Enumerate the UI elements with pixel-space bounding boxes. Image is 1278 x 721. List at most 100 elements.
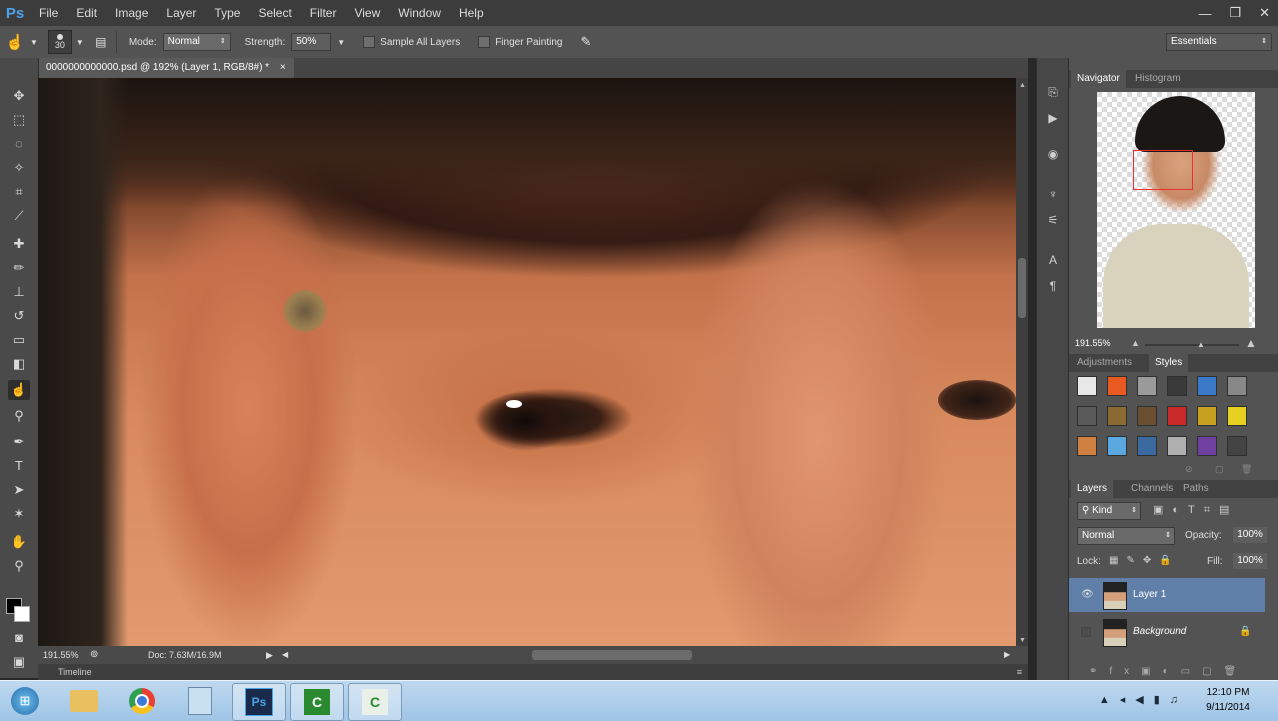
navigator-view-box[interactable] <box>1133 150 1193 190</box>
vertical-scroll-thumb[interactable] <box>1018 258 1026 318</box>
zoom-tool-icon[interactable]: ⚲ <box>8 556 30 576</box>
layer-row[interactable]: Background 🔒 <box>1069 615 1265 649</box>
start-button[interactable]: ⊞ <box>2 683 48 719</box>
app-taskbar-button[interactable] <box>174 683 226 719</box>
vertical-scrollbar[interactable]: ▲ ▼ <box>1016 78 1028 646</box>
chevron-down-icon[interactable]: ▼ <box>76 38 84 47</box>
smudge-tool-icon[interactable]: ☝ <box>8 380 30 400</box>
shape-tool-icon[interactable]: ✶ <box>8 504 30 524</box>
chrome-taskbar-button[interactable] <box>116 683 168 719</box>
marquee-tool-icon[interactable]: ⬚ <box>8 110 30 130</box>
camera-panel-icon[interactable]: ◉ <box>1045 146 1061 162</box>
layer-filter-icons[interactable]: ▣◐T⌗▤ <box>1153 503 1238 517</box>
sample-all-layers-checkbox[interactable] <box>363 36 376 48</box>
delete-style-icon[interactable]: ⊘ <box>1185 464 1193 475</box>
image-canvas[interactable] <box>38 78 1016 646</box>
zoom-level[interactable]: 191.55% <box>43 646 79 664</box>
quick-mask-icon[interactable]: ◙ <box>8 628 30 648</box>
menu-type[interactable]: Type <box>205 0 249 26</box>
visibility-toggle[interactable] <box>1081 627 1091 637</box>
type-tool-icon[interactable]: T <box>8 456 30 476</box>
style-swatch[interactable] <box>1137 376 1157 396</box>
brush-panel-icon[interactable]: ▤ <box>92 33 110 51</box>
zoom-out-icon[interactable]: ▲ <box>1131 338 1140 348</box>
timeline-tab[interactable]: Timeline <box>58 664 92 680</box>
minimize-button[interactable]: — <box>1198 6 1211 21</box>
dodge-tool-icon[interactable]: ⚲ <box>8 406 30 426</box>
brush-tool-icon[interactable]: ✏ <box>8 258 30 278</box>
style-swatch[interactable] <box>1197 406 1217 426</box>
taskbar-clock[interactable]: 12:10 PM 9/11/2014 <box>1198 685 1258 715</box>
eye-icon[interactable]: 👁 <box>1081 578 1094 612</box>
camtasia-taskbar-button[interactable]: C <box>290 683 344 721</box>
system-tray-icons[interactable]: ▲◂◀▮♫ <box>1099 693 1188 706</box>
new-style-icon[interactable]: ▢ <box>1215 464 1224 475</box>
scroll-left-icon[interactable]: ◀ <box>282 646 288 664</box>
style-swatch[interactable] <box>1137 436 1157 456</box>
style-swatch[interactable] <box>1107 406 1127 426</box>
lasso-tool-icon[interactable]: ◌ <box>8 134 30 154</box>
fill-input[interactable]: 100% <box>1233 553 1267 569</box>
brush-presets-icon[interactable]: ♆ <box>1045 186 1061 202</box>
style-swatch[interactable] <box>1137 406 1157 426</box>
scroll-down-icon[interactable]: ▼ <box>1019 637 1026 644</box>
style-swatch[interactable] <box>1227 406 1247 426</box>
pen-tool-icon[interactable]: ✒ <box>8 432 30 452</box>
style-swatch[interactable] <box>1197 376 1217 396</box>
paragraph-panel-icon[interactable]: ¶ <box>1045 278 1061 294</box>
panel-menu-icon[interactable]: ≡ <box>1017 664 1022 680</box>
chevron-down-icon[interactable]: ▼ <box>337 38 345 47</box>
finger-painting-checkbox[interactable] <box>478 36 491 48</box>
explorer-taskbar-button[interactable] <box>58 683 110 719</box>
style-swatch[interactable] <box>1227 376 1247 396</box>
style-swatch[interactable] <box>1167 406 1187 426</box>
style-swatch[interactable] <box>1197 436 1217 456</box>
scroll-up-icon[interactable]: ▲ <box>1019 82 1026 89</box>
close-tab-icon[interactable]: × <box>280 62 286 73</box>
workspace-dropdown[interactable]: Essentials ⇕ <box>1166 33 1272 51</box>
navigator-zoom[interactable]: 191.55% <box>1075 338 1111 348</box>
layers-footer-icons[interactable]: ⚭fx▣◐▭▢🗑 <box>1089 666 1248 677</box>
crop-tool-icon[interactable]: ⌗ <box>8 182 30 202</box>
eraser-tool-icon[interactable]: ▭ <box>8 330 30 350</box>
eyedropper-tool-icon[interactable]: ⟋ <box>8 206 30 226</box>
opacity-input[interactable]: 100% <box>1233 527 1267 543</box>
document-tab[interactable]: 0000000000000.psd @ 192% (Layer 1, RGB/8… <box>38 58 294 78</box>
mode-dropdown[interactable]: Normal ⇕ <box>162 33 231 51</box>
status-info-icon[interactable]: ⊚ <box>90 646 98 664</box>
style-swatch[interactable] <box>1227 436 1247 456</box>
layer-row[interactable]: 👁 Layer 1 <box>1069 578 1265 612</box>
tab-adjustments[interactable]: Adjustments <box>1071 354 1138 372</box>
zoom-slider[interactable]: ▲ <box>1145 340 1239 349</box>
screen-mode-icon[interactable]: ▣ <box>8 652 30 672</box>
zoom-slider-thumb[interactable]: ▲ <box>1197 340 1205 349</box>
menu-file[interactable]: File <box>30 0 67 26</box>
history-brush-tool-icon[interactable]: ↺ <box>8 306 30 326</box>
photoshop-taskbar-button[interactable]: Ps <box>232 683 286 721</box>
style-swatch[interactable] <box>1107 436 1127 456</box>
stamp-tool-icon[interactable]: ⊥ <box>8 282 30 302</box>
close-button[interactable]: ✕ <box>1259 5 1270 21</box>
lock-icons[interactable]: ▦✎✥🔒 <box>1109 555 1180 566</box>
tab-navigator[interactable]: Navigator <box>1071 70 1126 88</box>
path-select-tool-icon[interactable]: ➤ <box>8 480 30 500</box>
background-color-swatch[interactable] <box>14 606 30 622</box>
layer-filter-dropdown[interactable]: ⚲ Kind ⇕ <box>1077 502 1141 520</box>
style-swatch[interactable] <box>1167 436 1187 456</box>
quick-select-tool-icon[interactable]: ✧ <box>8 158 30 178</box>
tool-presets-icon[interactable]: ⚟ <box>1045 212 1061 228</box>
brush-size-picker[interactable]: 30 <box>47 30 72 54</box>
history-panel-icon[interactable]: ⎘ <box>1045 84 1061 100</box>
gradient-tool-icon[interactable]: ◧ <box>8 354 30 374</box>
style-swatch[interactable] <box>1167 376 1187 396</box>
camtasia-recorder-taskbar-button[interactable]: C <box>348 683 402 721</box>
trash-icon[interactable]: 🗑 <box>1241 464 1252 475</box>
layer-name[interactable]: Layer 1 <box>1133 578 1166 612</box>
pressure-icon[interactable]: ✎ <box>580 34 591 50</box>
menu-filter[interactable]: Filter <box>301 0 346 26</box>
style-swatch[interactable] <box>1107 376 1127 396</box>
menu-image[interactable]: Image <box>106 0 157 26</box>
move-tool-icon[interactable]: ✥ <box>8 86 30 106</box>
chevron-down-icon[interactable]: ▼ <box>30 38 38 47</box>
scroll-right-icon[interactable]: ▶ <box>1004 646 1010 664</box>
